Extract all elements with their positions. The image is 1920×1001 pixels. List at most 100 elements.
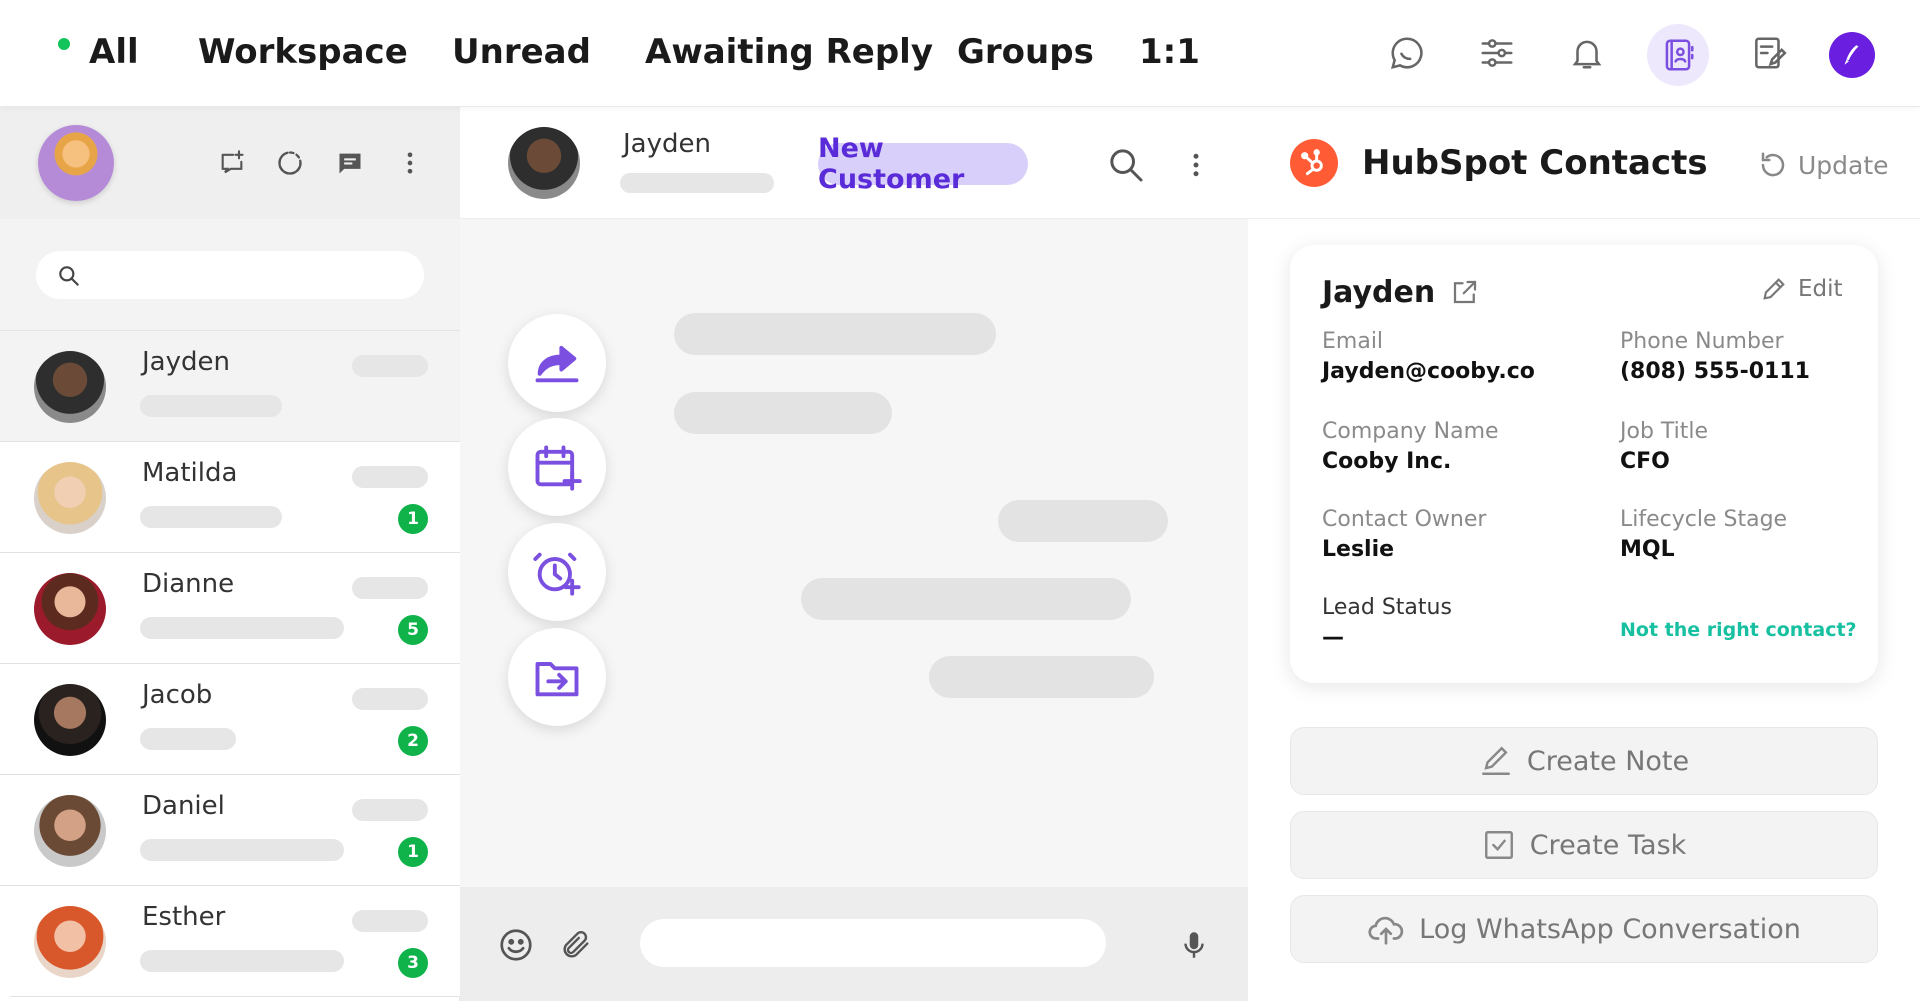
contact-name: Matilda — [142, 458, 238, 488]
field-label-email: Email — [1322, 329, 1384, 354]
chat-list-header — [0, 107, 460, 219]
timestamp-placeholder — [352, 466, 428, 488]
contact-row-dianne[interactable]: Dianne 5 — [0, 553, 460, 664]
hubspot-panel: HubSpot Contacts Update Jayden Edit Emai… — [1248, 107, 1920, 1001]
active-tab-indicator — [58, 38, 70, 50]
message-preview-placeholder — [140, 950, 344, 972]
contact-row-esther[interactable]: Esther 3 — [0, 886, 460, 997]
brand-avatar-icon[interactable] — [1829, 32, 1875, 78]
alarm-add-icon[interactable] — [508, 523, 606, 621]
new-chat-icon[interactable] — [212, 143, 252, 183]
field-label-lead-status: Lead Status — [1322, 595, 1452, 620]
more-vertical-icon[interactable] — [1174, 143, 1218, 187]
timestamp-placeholder — [352, 355, 428, 377]
field-value-lead-status: — — [1322, 625, 1344, 650]
external-link-icon[interactable] — [1450, 277, 1482, 309]
avatar — [34, 684, 106, 756]
message-preview-placeholder — [140, 395, 282, 417]
timestamp-placeholder — [352, 688, 428, 710]
edit-label: Edit — [1798, 276, 1843, 302]
create-note-button[interactable]: Create Note — [1290, 727, 1878, 795]
customer-tag-badge[interactable]: New Customer — [818, 133, 1028, 195]
search-icon[interactable] — [1104, 143, 1148, 187]
top-nav: All Workspace Unread Awaiting Reply Grou… — [0, 0, 1920, 107]
field-value-company: Cooby Inc. — [1322, 449, 1452, 474]
unread-badge: 2 — [398, 726, 428, 756]
folder-move-icon[interactable] — [508, 628, 606, 726]
contacts-book-icon[interactable] — [1647, 24, 1709, 86]
field-label-company: Company Name — [1322, 419, 1499, 444]
search-icon — [56, 263, 82, 289]
contact-card: Jayden Edit Email Jayden@cooby.co Phone … — [1290, 245, 1878, 683]
contact-row-daniel[interactable]: Daniel 1 — [0, 775, 460, 886]
unread-badge: 1 — [398, 504, 428, 534]
unread-badge: 5 — [398, 615, 428, 645]
app-window: All Workspace Unread Awaiting Reply Grou… — [0, 0, 1920, 1001]
message-bubble-placeholder — [929, 656, 1154, 698]
message-icon[interactable] — [330, 143, 370, 183]
chat-subtitle-placeholder — [620, 173, 774, 193]
share-icon[interactable] — [508, 314, 606, 412]
avatar[interactable] — [508, 127, 580, 199]
contact-row-jayden[interactable]: Jayden — [0, 331, 460, 442]
create-task-label: Create Task — [1529, 829, 1687, 861]
not-right-contact-link[interactable]: Not the right contact? — [1620, 619, 1857, 641]
status-icon[interactable] — [270, 143, 310, 183]
chat-contact-name: Jayden — [623, 129, 711, 159]
chat-header: Jayden New Customer — [460, 107, 1248, 219]
create-task-button[interactable]: Create Task — [1290, 811, 1878, 879]
tab-workspace[interactable]: Workspace — [198, 32, 408, 72]
timestamp-placeholder — [352, 910, 428, 932]
emoji-icon[interactable] — [494, 923, 538, 967]
field-label-job-title: Job Title — [1620, 419, 1709, 444]
contact-row-matilda[interactable]: Matilda 1 — [0, 442, 460, 553]
field-value-email: Jayden@cooby.co — [1322, 359, 1535, 384]
hubspot-logo-icon — [1290, 139, 1338, 187]
tab-groups[interactable]: Groups — [957, 32, 1094, 72]
field-label-lifecycle-stage: Lifecycle Stage — [1620, 507, 1788, 532]
contact-name: Dianne — [142, 569, 235, 599]
field-value-job-title: CFO — [1620, 449, 1670, 474]
tab-all[interactable]: All — [89, 32, 139, 72]
field-label-contact-owner: Contact Owner — [1322, 507, 1487, 532]
timestamp-placeholder — [352, 577, 428, 599]
message-preview-placeholder — [140, 506, 282, 528]
filters-icon[interactable] — [1474, 30, 1520, 76]
panel-title: HubSpot Contacts — [1362, 143, 1708, 183]
message-preview-placeholder — [140, 839, 344, 861]
update-label: Update — [1798, 150, 1889, 180]
contact-name: Esther — [142, 902, 226, 932]
field-value-contact-owner: Leslie — [1322, 537, 1395, 562]
contact-card-name: Jayden — [1322, 275, 1436, 310]
contact-row-jacob[interactable]: Jacob 2 — [0, 664, 460, 775]
my-avatar[interactable] — [38, 125, 114, 201]
unread-badge: 3 — [398, 948, 428, 978]
chat-panel: Jayden New Customer — [460, 107, 1248, 1001]
microphone-icon[interactable] — [1172, 923, 1216, 967]
log-whatsapp-conversation-button[interactable]: Log WhatsApp Conversation — [1290, 895, 1878, 963]
log-whatsapp-label: Log WhatsApp Conversation — [1419, 913, 1801, 945]
avatar — [34, 351, 106, 423]
bell-icon[interactable] — [1564, 30, 1610, 76]
attachment-icon[interactable] — [554, 923, 598, 967]
timestamp-placeholder — [352, 799, 428, 821]
field-value-phone: (808) 555-0111 — [1620, 359, 1810, 384]
tab-unread[interactable]: Unread — [452, 32, 591, 72]
message-input[interactable] — [640, 919, 1106, 967]
whatsapp-icon[interactable] — [1384, 30, 1430, 76]
chat-list-panel: Jayden Matilda 1 Dianne 5 Jacob 2 Daniel… — [0, 107, 460, 1001]
edit-contact-button[interactable]: Edit — [1760, 275, 1843, 303]
calendar-add-icon[interactable] — [508, 418, 606, 516]
create-note-label: Create Note — [1526, 745, 1690, 777]
message-preview-placeholder — [140, 728, 236, 750]
update-button[interactable]: Update — [1758, 147, 1889, 183]
message-bubble-placeholder — [674, 392, 892, 434]
tab-awaiting-reply[interactable]: Awaiting Reply — [645, 32, 933, 72]
field-label-phone: Phone Number — [1620, 329, 1784, 354]
tab-one-on-one[interactable]: 1:1 — [1139, 32, 1200, 72]
more-vertical-icon[interactable] — [390, 143, 430, 183]
chat-search-input[interactable] — [36, 251, 424, 299]
message-bubble-placeholder — [674, 313, 996, 355]
edit-note-icon[interactable] — [1746, 30, 1792, 76]
avatar — [34, 795, 106, 867]
